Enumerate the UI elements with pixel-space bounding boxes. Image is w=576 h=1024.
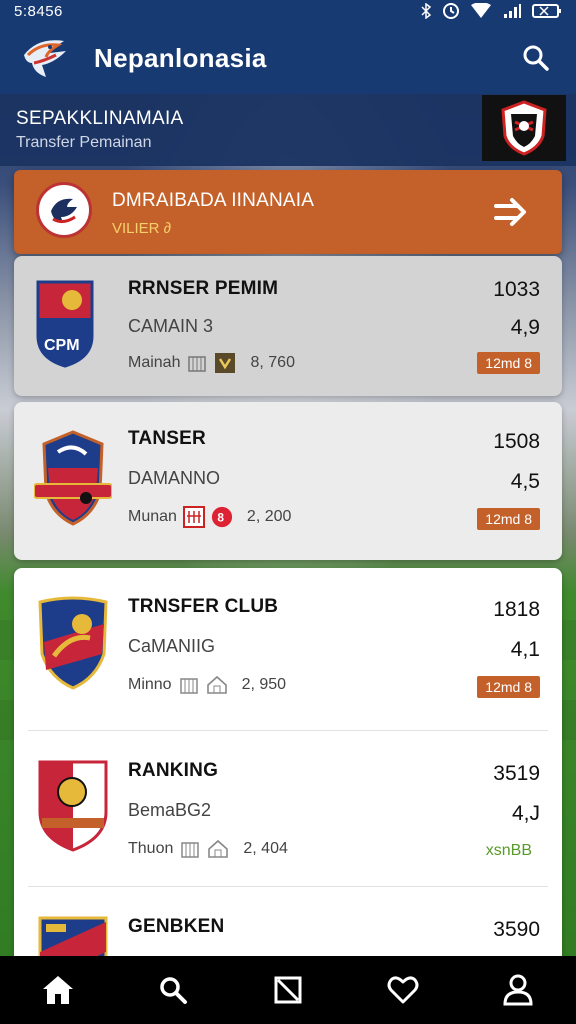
meta-label: Munan bbox=[128, 508, 177, 525]
club-crest: CPM bbox=[34, 278, 112, 374]
app-bar: Nepanlonasia bbox=[0, 22, 576, 94]
featured-banner[interactable]: DMRAIBADA IINANAIA VILIER ∂ bbox=[14, 170, 562, 254]
banner-subtitle: VILIER ∂ bbox=[112, 220, 172, 237]
svg-text:CPM: CPM bbox=[44, 337, 80, 354]
member-count: 8, 760 bbox=[250, 354, 295, 371]
search-icon bbox=[160, 977, 187, 1004]
club-meta: Thuon 2, 404 bbox=[128, 838, 288, 860]
club-crest-icon bbox=[501, 100, 547, 156]
club-name: RRNSER PEMIM bbox=[128, 278, 279, 299]
club-card[interactable]: CPM RRNSER PEMIM CAMAIN 3 Mainah 8, 760 … bbox=[14, 256, 562, 396]
nav-favorites[interactable] bbox=[379, 966, 427, 1014]
club-name: TANSER bbox=[128, 428, 206, 449]
club-score: 1033 bbox=[493, 278, 540, 301]
club-subtitle: CAMAIN 3 bbox=[128, 316, 214, 336]
club-rating: 4,1 bbox=[510, 638, 540, 661]
member-count: 2, 200 bbox=[246, 508, 292, 525]
club-thumbnail[interactable] bbox=[482, 95, 566, 161]
section-title: SEPAKKLINAMAIA bbox=[16, 108, 184, 129]
arrow-right-icon bbox=[494, 198, 526, 226]
section-header: SEPAKKLINAMAIA Transfer Pemainan bbox=[0, 94, 576, 166]
club-meta: Mainah 8, 760 bbox=[128, 352, 295, 374]
club-crest bbox=[34, 594, 112, 690]
square-slash-icon bbox=[274, 976, 302, 1004]
shield-crest-icon bbox=[33, 430, 113, 526]
member-count: 2, 404 bbox=[243, 840, 288, 857]
nav-search[interactable] bbox=[149, 966, 197, 1014]
shield-crest-icon: CPM bbox=[36, 280, 94, 368]
club-name: TRNSFER CLUB bbox=[128, 596, 279, 617]
club-crest bbox=[34, 756, 112, 852]
club-score: 3590 bbox=[493, 918, 540, 941]
banner-arrow-button[interactable] bbox=[492, 192, 532, 232]
heart-icon bbox=[387, 976, 419, 1004]
home-outline-icon bbox=[207, 838, 229, 860]
member-count: 2, 950 bbox=[241, 676, 287, 693]
divider bbox=[28, 730, 548, 731]
stadium-icon bbox=[186, 352, 208, 374]
club-subtitle: DAMANNO bbox=[128, 468, 221, 488]
eagle-badge-icon bbox=[45, 191, 83, 229]
eagle-logo-icon bbox=[24, 40, 66, 77]
status-badge: 12md 8 bbox=[477, 352, 540, 374]
club-meta: Munan 8 2, 200 bbox=[128, 506, 291, 528]
app-title: Nepanlonasia bbox=[94, 42, 267, 73]
club-rating: 4,9 bbox=[510, 316, 540, 339]
user-icon bbox=[503, 974, 533, 1006]
section-subtitle: Transfer Pemainan bbox=[16, 134, 152, 151]
status-badge: 12md 8 bbox=[477, 676, 540, 698]
banner-club-badge bbox=[36, 182, 92, 238]
status-badge: xsnBB bbox=[485, 842, 532, 859]
meta-label: Minno bbox=[128, 676, 172, 693]
clock-icon bbox=[443, 3, 459, 19]
club-card[interactable]: TANSER DAMANNO Munan 8 2, 200 1508 4,5 1… bbox=[14, 402, 562, 560]
shield-crest-icon bbox=[38, 596, 108, 690]
status-badge: 12md 8 bbox=[477, 508, 540, 530]
banner-title: DMRAIBADA IINANAIA bbox=[112, 190, 315, 211]
bottom-navigation bbox=[0, 956, 576, 1024]
status-time: 5:8456 bbox=[14, 2, 63, 20]
club-crest bbox=[33, 428, 113, 526]
club-rating: 4,5 bbox=[510, 470, 540, 493]
club-score: 1818 bbox=[493, 598, 540, 621]
battery-icon bbox=[532, 4, 561, 18]
badge-icon bbox=[214, 352, 236, 374]
club-meta: Minno 2, 950 bbox=[128, 674, 286, 696]
club-score: 1508 bbox=[493, 430, 540, 453]
search-icon bbox=[523, 45, 549, 71]
status-bar: 5:8456 bbox=[0, 0, 576, 22]
wifi-icon bbox=[471, 3, 491, 18]
nav-profile[interactable] bbox=[494, 966, 542, 1014]
club-score: 3519 bbox=[493, 762, 540, 785]
bluetooth-icon bbox=[421, 3, 432, 19]
app-logo bbox=[20, 33, 70, 83]
club-list-card: TRNSFER CLUB CaMANIIG Minno 2, 950 1818 … bbox=[14, 568, 562, 990]
club-rating: 4,J bbox=[511, 802, 540, 825]
shield-crest-icon bbox=[38, 760, 108, 852]
signal-icon bbox=[504, 4, 521, 18]
club-name: GENBKEN bbox=[128, 916, 225, 937]
nav-matches[interactable] bbox=[264, 966, 312, 1014]
meta-label: Thuon bbox=[128, 840, 174, 857]
home-icon bbox=[42, 976, 73, 1004]
svg-text:8: 8 bbox=[217, 511, 224, 525]
club-subtitle: BemaBG2 bbox=[128, 800, 212, 820]
stadium-icon bbox=[182, 506, 205, 528]
stadium-icon bbox=[178, 674, 200, 696]
home-outline-icon bbox=[206, 674, 228, 696]
club-subtitle: CaMANIIG bbox=[128, 636, 216, 656]
divider bbox=[28, 886, 548, 887]
nav-home[interactable] bbox=[34, 966, 82, 1014]
club-name: RANKING bbox=[128, 760, 219, 781]
stadium-icon bbox=[179, 838, 201, 860]
search-button[interactable] bbox=[516, 38, 556, 78]
meta-label: Mainah bbox=[128, 354, 181, 371]
number-badge-icon: 8 bbox=[211, 506, 233, 528]
